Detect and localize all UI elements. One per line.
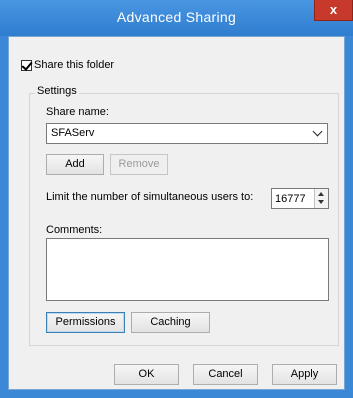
remove-button[interactable]: Remove [110, 154, 168, 175]
add-button[interactable]: Add [46, 154, 104, 175]
close-button[interactable]: x [314, 0, 353, 21]
settings-group-label: Settings [35, 85, 79, 97]
limit-users-spinner[interactable]: 16777 [271, 188, 329, 209]
comments-label: Comments: [46, 224, 103, 236]
limit-users-label: Limit the number of simultaneous users t… [46, 191, 254, 203]
arrow-up-icon[interactable] [318, 192, 324, 196]
arrow-down-icon[interactable] [318, 200, 324, 204]
apply-button[interactable]: Apply [272, 364, 337, 385]
window-title: Advanced Sharing [116, 9, 237, 25]
share-name-select[interactable]: SFAServ [46, 123, 328, 144]
share-folder-checkbox[interactable] [21, 59, 32, 71]
caching-button[interactable]: Caching [131, 312, 210, 333]
comments-textarea[interactable] [46, 238, 329, 301]
share-folder-label: Share this folder [34, 59, 115, 71]
title-bar[interactable]: Advanced Sharing x [0, 0, 353, 36]
share-name-label: Share name: [46, 106, 109, 118]
ok-button[interactable]: OK [114, 364, 179, 385]
chevron-down-icon[interactable] [312, 126, 323, 137]
spinner-arrows[interactable] [314, 189, 328, 208]
share-name-value: SFAServ [51, 127, 95, 139]
permissions-button[interactable]: Permissions [46, 312, 125, 333]
share-folder-row[interactable]: Share this folder [21, 59, 114, 71]
cancel-button[interactable]: Cancel [193, 364, 258, 385]
limit-users-value: 16777 [275, 193, 306, 205]
